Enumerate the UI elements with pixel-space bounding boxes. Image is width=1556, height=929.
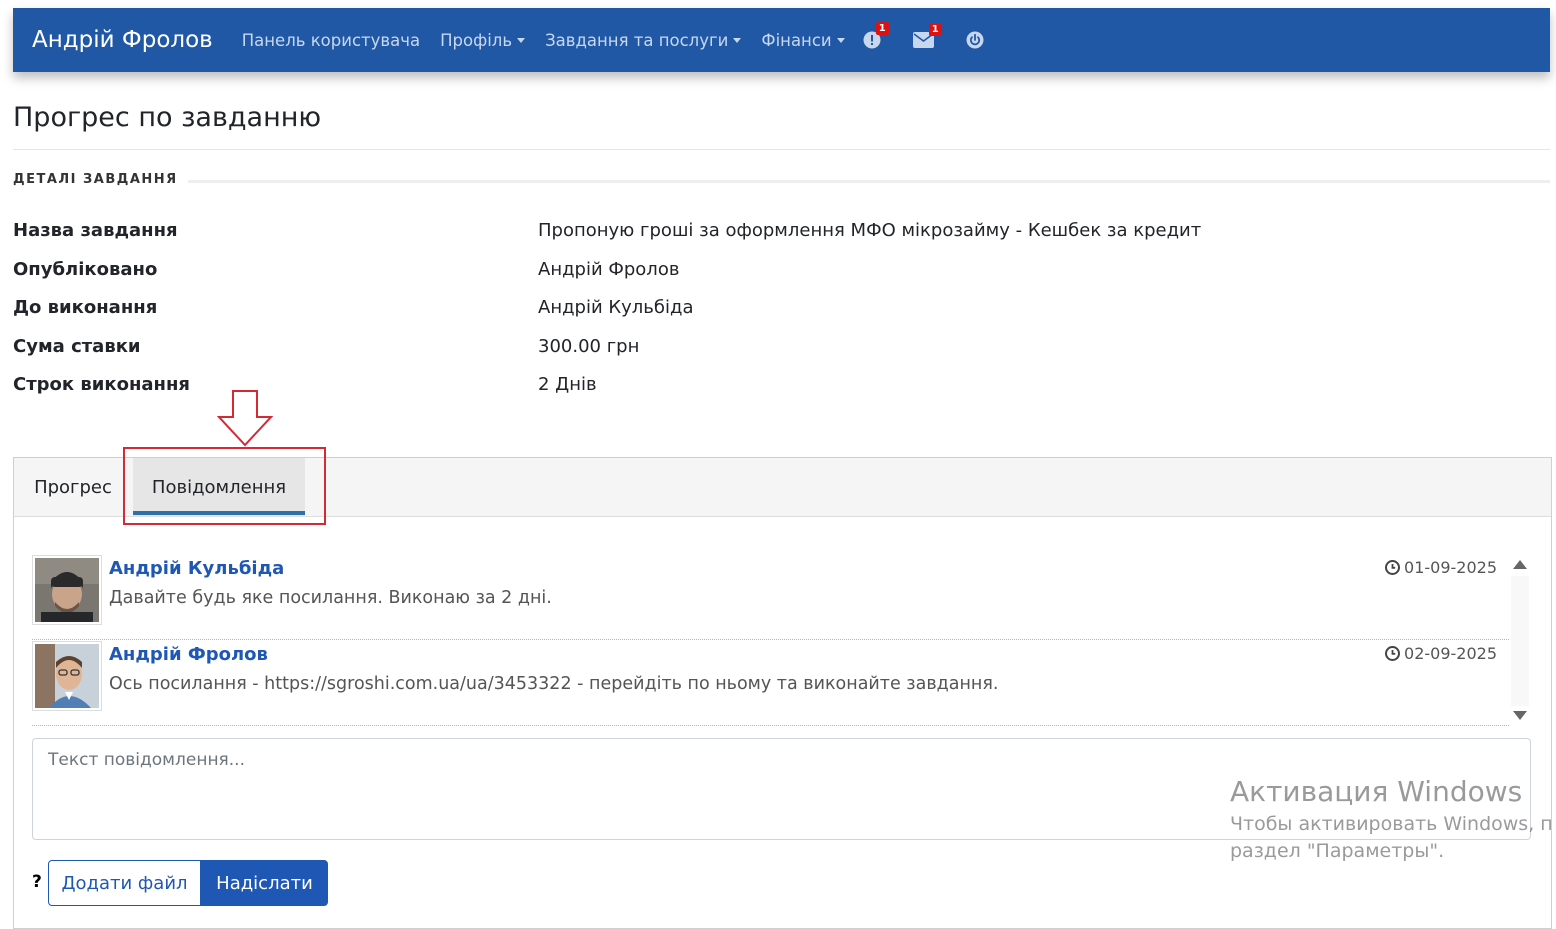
watermark-line: раздел "Параметры". (1230, 840, 1445, 862)
brand-name[interactable]: Андрій Фролов (32, 27, 213, 53)
message-author-link[interactable]: Андрій Кульбіда (109, 558, 284, 579)
detail-value: 2 Днів (538, 374, 597, 395)
nav-finance[interactable]: Фінанси (761, 30, 845, 50)
detail-label: Сума ставки (13, 336, 141, 357)
chevron-down-icon (733, 37, 742, 43)
messages-button[interactable]: 1 (912, 23, 942, 48)
detail-row-bid-amount: Сума ставки 300.00 грн (13, 336, 1513, 366)
section-divider (13, 180, 1550, 183)
detail-value: Андрій Кульбіда (538, 297, 694, 318)
detail-label: До виконання (13, 297, 158, 318)
scrollbar-track[interactable] (1511, 576, 1529, 706)
user-photo-icon (35, 558, 99, 622)
nav-profile-label: Профіль (440, 30, 513, 50)
detail-value: 300.00 грн (538, 336, 640, 357)
detail-row-assignee: До виконання Андрій Кульбіда (13, 297, 1513, 327)
top-navbar: Андрій Фролов Панель користувача Профіль… (13, 8, 1550, 72)
detail-label: Назва завдання (13, 220, 178, 241)
alerts-badge: 1 (875, 22, 889, 35)
message-date: 02-09-2025 (1385, 644, 1497, 663)
message-item: Андрій Фролов 02-09-2025 Ось посилання -… (32, 641, 1509, 726)
send-button[interactable]: Надіслати (201, 860, 328, 906)
nav-dashboard[interactable]: Панель користувача (242, 31, 420, 50)
nav-tasks[interactable]: Завдання та послуги (545, 30, 742, 50)
nav-finance-label: Фінанси (761, 30, 832, 50)
tab-progress-label: Прогрес (34, 476, 112, 498)
chevron-down-icon (836, 37, 845, 43)
message-item: Андрій Кульбіда 01-09-2025 Давайте будь … (32, 555, 1509, 640)
annotation-highlight-box (123, 447, 326, 525)
messages-badge: 1 (928, 23, 942, 36)
avatar (32, 555, 102, 625)
message-author-link[interactable]: Андрій Фролов (109, 644, 268, 665)
tab-progress[interactable]: Прогрес (14, 458, 132, 516)
logout-button[interactable] (966, 31, 984, 49)
message-date-text: 02-09-2025 (1404, 644, 1497, 663)
clock-icon (1385, 560, 1401, 575)
watermark-line: Чтобы активировать Windows, п (1230, 813, 1553, 835)
scroll-up-arrow-icon[interactable] (1513, 560, 1527, 569)
detail-value: Андрій Фролов (538, 259, 680, 280)
help-icon[interactable]: ? (32, 872, 42, 892)
chevron-down-icon (517, 37, 526, 43)
title-divider (13, 149, 1550, 150)
windows-activation-watermark: Активация Windows Чтобы активировать Win… (1230, 775, 1553, 862)
message-date: 01-09-2025 (1385, 558, 1497, 577)
message-text: Давайте будь яке посилання. Виконаю за 2… (109, 588, 552, 608)
watermark-title: Активация Windows (1230, 775, 1523, 808)
section-label: ДЕТАЛІ ЗАВДАННЯ (13, 172, 188, 187)
page-title: Прогрес по завданню (13, 102, 322, 133)
annotation-arrow-icon (217, 390, 273, 447)
detail-label: Строк виконання (13, 374, 190, 395)
user-photo-icon (35, 644, 99, 708)
message-text: Ось посилання - https://sgroshi.com.ua/u… (109, 674, 999, 694)
nav-dashboard-label: Панель користувача (241, 30, 421, 50)
clock-icon (1385, 646, 1401, 661)
scroll-down-arrow-icon[interactable] (1513, 711, 1527, 720)
nav-profile[interactable]: Профіль (440, 30, 526, 50)
message-date-text: 01-09-2025 (1404, 558, 1497, 577)
detail-row-published-by: Опубліковано Андрій Фролов (13, 259, 1513, 289)
attach-file-button[interactable]: Додати файл (48, 860, 201, 906)
detail-value: Пропоную гроші за оформлення МФО мікроза… (538, 220, 1202, 241)
alerts-button[interactable]: 1 (863, 22, 889, 49)
power-icon (966, 31, 984, 49)
nav-tasks-label: Завдання та послуги (545, 30, 729, 50)
avatar (32, 641, 102, 711)
detail-label: Опубліковано (13, 259, 158, 280)
detail-row-task-name: Назва завдання Пропоную гроші за оформле… (13, 220, 1513, 250)
